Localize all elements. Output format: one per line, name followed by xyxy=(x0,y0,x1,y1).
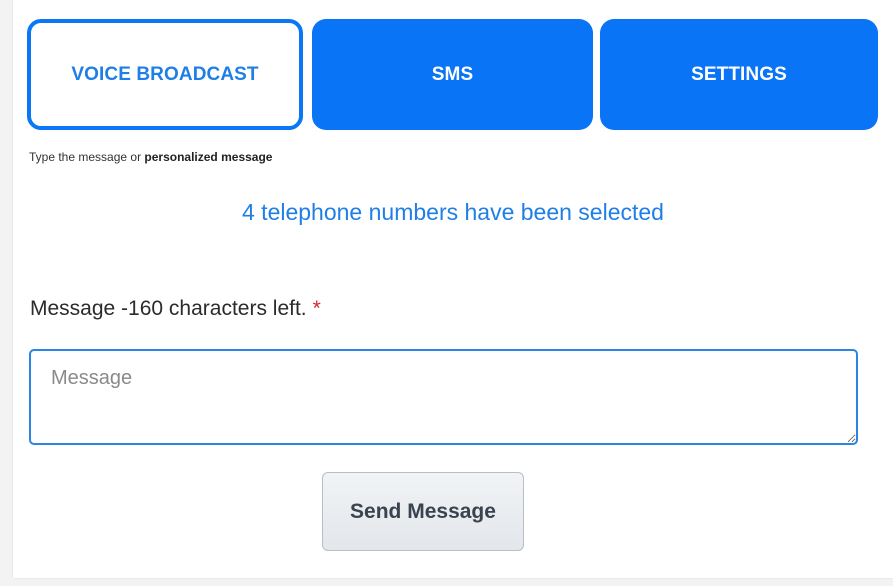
message-input[interactable] xyxy=(29,349,858,445)
tab-sms-label: SMS xyxy=(431,63,474,85)
tab-settings-label: SETTINGS xyxy=(691,63,787,85)
message-label: Message -160 characters left. * xyxy=(30,297,321,321)
message-label-text: Message -160 characters left. xyxy=(30,297,307,320)
send-message-button[interactable]: Send Message xyxy=(322,472,524,551)
tab-voice-broadcast[interactable]: VOICE BROADCAST xyxy=(27,19,303,130)
required-marker: * xyxy=(312,297,321,320)
tab-settings[interactable]: SETTINGS xyxy=(600,19,878,130)
message-hint: Type the message or personalized message xyxy=(29,150,272,164)
tab-sms[interactable]: SMS xyxy=(312,19,593,130)
message-panel: VOICE BROADCAST SMS SETTINGS Type the me… xyxy=(13,0,893,578)
message-hint-prefix: Type the message or xyxy=(29,150,145,164)
tab-voice-broadcast-label: VOICE BROADCAST xyxy=(71,63,259,85)
selected-numbers-info: 4 telephone numbers have been selected xyxy=(242,199,664,225)
message-hint-personalized: personalized message xyxy=(144,150,273,164)
